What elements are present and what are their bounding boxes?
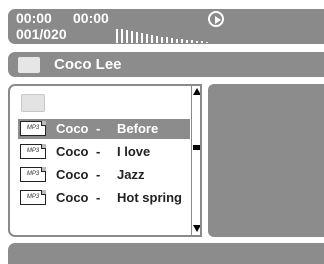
elapsed-time: 00:00	[16, 10, 52, 26]
item-artist: Coco	[56, 167, 89, 182]
list-scrollbar[interactable]	[191, 86, 200, 235]
title-bar: Coco Lee	[8, 52, 324, 77]
item-separator: -	[96, 190, 101, 205]
folder-up-icon[interactable]	[21, 94, 45, 112]
mp3-file-icon: MP3	[20, 144, 46, 159]
info-panel	[208, 84, 324, 237]
status-bar: 00:00 00:00 001/020	[8, 9, 324, 44]
item-song: Before	[117, 121, 159, 136]
scroll-thumb[interactable]	[193, 145, 200, 150]
item-artist: Coco	[56, 144, 89, 159]
level-meter-icon	[116, 29, 208, 43]
item-song: I love	[117, 144, 151, 159]
list-item[interactable]: MP3 Coco - I love	[18, 142, 190, 162]
total-time: 00:00	[73, 10, 109, 26]
file-list-panel: MP3 Coco - Before MP3 Coco - I love MP3 …	[8, 84, 202, 237]
list-item[interactable]: MP3 Coco - Jazz	[18, 165, 190, 185]
scroll-down-arrow-icon[interactable]	[193, 225, 200, 232]
list-item[interactable]: MP3 Coco - Hot spring	[18, 188, 190, 208]
item-artist: Coco	[56, 121, 89, 136]
play-circle-icon[interactable]	[208, 11, 224, 27]
item-song: Jazz	[117, 167, 145, 182]
current-folder-title: Coco Lee	[54, 56, 122, 73]
mp3-file-icon: MP3	[20, 190, 46, 205]
item-separator: -	[96, 121, 101, 136]
scroll-up-arrow-icon[interactable]	[193, 88, 200, 95]
mp3-file-icon: MP3	[20, 121, 46, 136]
bottom-bar	[8, 243, 324, 264]
folder-icon	[18, 57, 40, 73]
item-song: Hot spring	[117, 190, 182, 205]
item-separator: -	[96, 167, 101, 182]
mp3-file-icon: MP3	[20, 167, 46, 182]
item-artist: Coco	[56, 190, 89, 205]
item-separator: -	[96, 144, 101, 159]
track-counter: 001/020	[16, 26, 67, 42]
list-item[interactable]: MP3 Coco - Before	[18, 119, 190, 139]
